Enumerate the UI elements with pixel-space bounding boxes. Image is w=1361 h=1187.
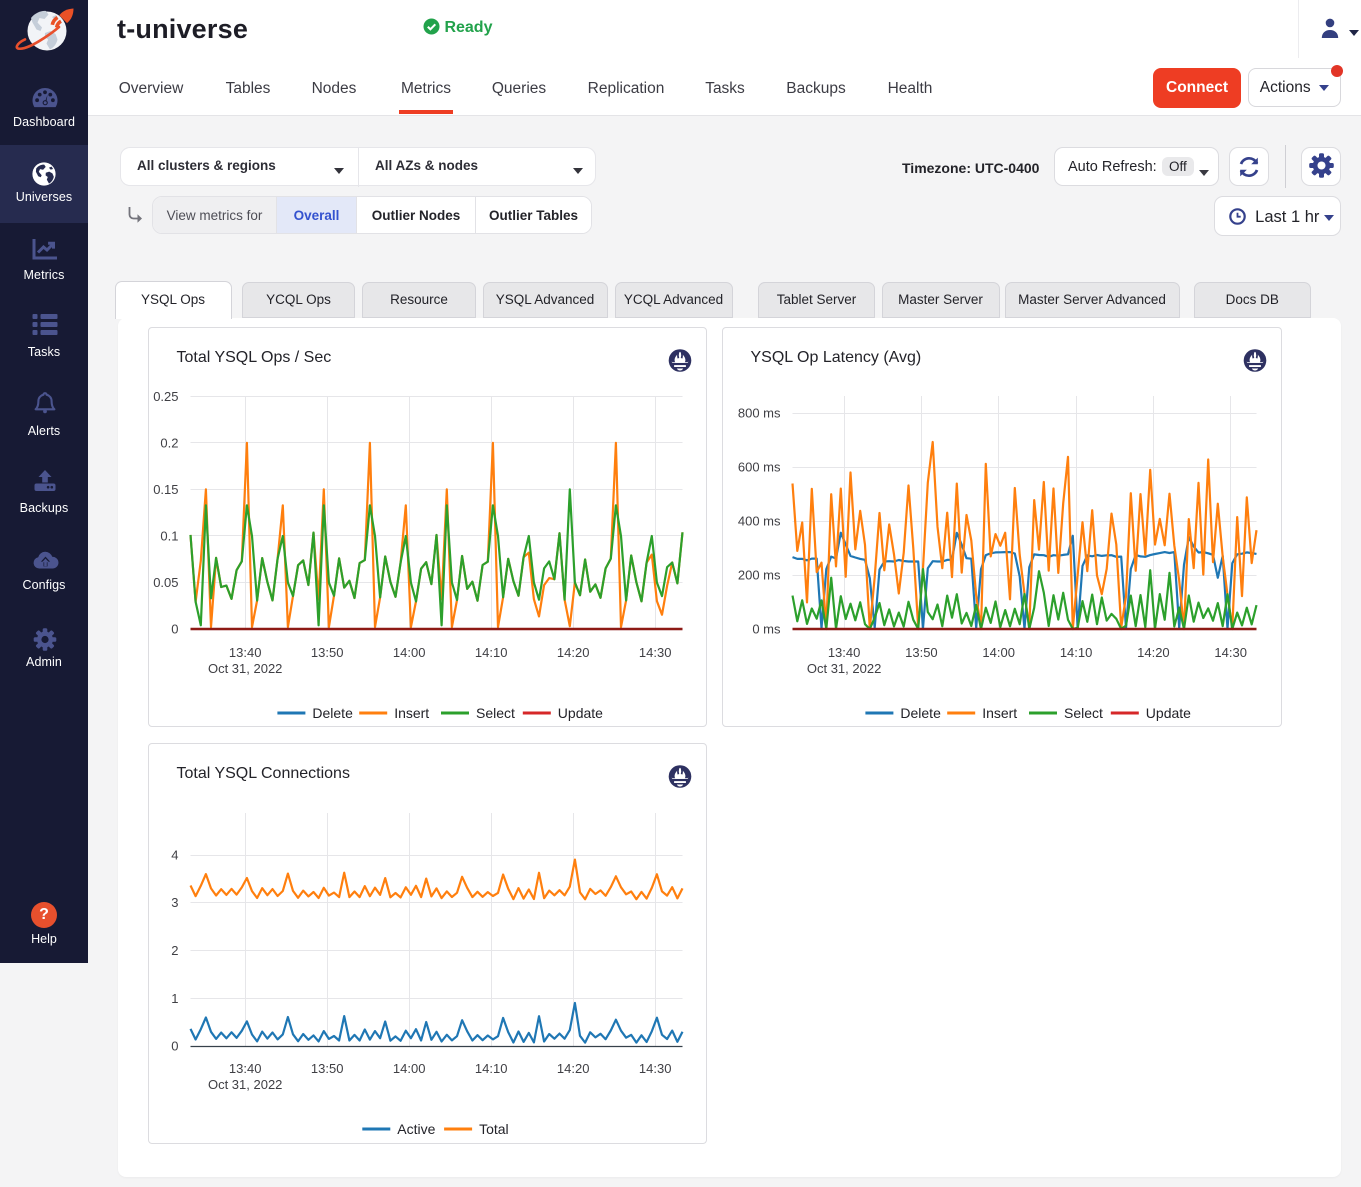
- svg-text:1: 1: [171, 991, 178, 1006]
- svg-text:14:20: 14:20: [1137, 645, 1170, 660]
- svg-text:0 ms: 0 ms: [752, 622, 781, 637]
- svg-text:13:50: 13:50: [310, 1061, 343, 1076]
- svg-text:600 ms: 600 ms: [737, 460, 780, 475]
- svg-text:Oct 31, 2022: Oct 31, 2022: [806, 661, 880, 676]
- svg-text:13:40: 13:40: [228, 645, 261, 660]
- svg-text:14:10: 14:10: [474, 1061, 507, 1076]
- svg-text:800 ms: 800 ms: [737, 406, 780, 421]
- svg-text:Insert: Insert: [982, 705, 1017, 721]
- svg-text:14:30: 14:30: [1214, 645, 1247, 660]
- svg-text:14:20: 14:20: [556, 1061, 589, 1076]
- svg-text:0.25: 0.25: [153, 389, 178, 404]
- svg-text:4: 4: [171, 848, 178, 863]
- svg-text:14:00: 14:00: [392, 645, 425, 660]
- svg-text:Total: Total: [479, 1121, 509, 1137]
- svg-text:Oct 31, 2022: Oct 31, 2022: [207, 1077, 281, 1092]
- svg-text:Delete: Delete: [312, 705, 353, 721]
- svg-text:Insert: Insert: [394, 705, 429, 721]
- svg-text:0.15: 0.15: [153, 482, 178, 497]
- svg-text:0.2: 0.2: [160, 435, 178, 450]
- svg-text:0: 0: [171, 622, 178, 637]
- svg-text:0: 0: [171, 1039, 178, 1054]
- svg-text:13:50: 13:50: [905, 645, 938, 660]
- svg-text:Oct 31, 2022: Oct 31, 2022: [207, 661, 281, 676]
- svg-text:13:50: 13:50: [310, 645, 343, 660]
- svg-text:14:10: 14:10: [474, 645, 507, 660]
- svg-text:14:30: 14:30: [638, 1061, 671, 1076]
- svg-text:14:00: 14:00: [392, 1061, 425, 1076]
- svg-text:0.1: 0.1: [160, 529, 178, 544]
- svg-text:3: 3: [171, 895, 178, 910]
- svg-text:14:20: 14:20: [556, 645, 589, 660]
- svg-text:14:10: 14:10: [1059, 645, 1092, 660]
- svg-text:14:00: 14:00: [982, 645, 1015, 660]
- svg-text:Update: Update: [557, 705, 602, 721]
- svg-text:13:40: 13:40: [228, 1061, 261, 1076]
- svg-text:Delete: Delete: [900, 705, 941, 721]
- svg-text:Update: Update: [1145, 705, 1190, 721]
- svg-text:2: 2: [171, 943, 178, 958]
- svg-text:Active: Active: [397, 1121, 435, 1137]
- svg-text:14:30: 14:30: [638, 645, 671, 660]
- svg-text:Select: Select: [476, 705, 515, 721]
- svg-text:0.05: 0.05: [153, 575, 178, 590]
- svg-text:400 ms: 400 ms: [737, 514, 780, 529]
- svg-text:13:40: 13:40: [827, 645, 860, 660]
- svg-text:Select: Select: [1064, 705, 1103, 721]
- svg-text:200 ms: 200 ms: [737, 568, 780, 583]
